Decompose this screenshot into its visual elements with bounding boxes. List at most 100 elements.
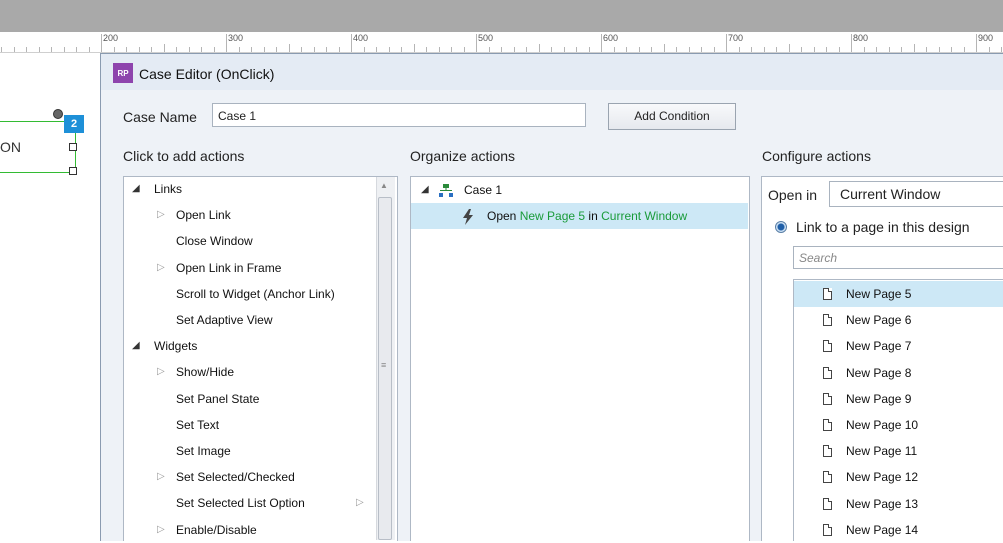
ruler-tick — [539, 44, 540, 52]
ruler-tick — [14, 47, 15, 52]
ruler-tick — [264, 47, 265, 52]
action-label: Close Window — [176, 234, 253, 249]
scroll-up-arrow-icon[interactable]: ▲ — [380, 181, 388, 190]
ruler-tick — [39, 47, 40, 52]
open-in-select[interactable]: Current Window — [829, 181, 1003, 207]
ruler-tick — [714, 47, 715, 52]
action-list-item[interactable]: Set Image — [124, 438, 376, 464]
ruler-tick — [451, 47, 452, 52]
page-icon — [823, 340, 832, 353]
ruler-tick — [876, 47, 877, 52]
action-list-item[interactable]: ◢ Links — [124, 176, 376, 202]
collapse-arrow-icon[interactable]: ◢ — [132, 333, 140, 359]
page-list-item[interactable]: New Page 13 — [794, 491, 1003, 517]
action-label: Links — [154, 182, 183, 196]
page-list-item[interactable]: New Page 6 — [794, 307, 1003, 333]
ruler-tick — [51, 47, 52, 52]
interaction-badge: 2 — [64, 115, 84, 133]
action-label: Open Link — [176, 208, 231, 223]
page-label: New Page 11 — [846, 444, 918, 459]
ruler-tick — [789, 44, 790, 52]
ruler-tick — [726, 34, 727, 52]
action-list-item[interactable]: ▷ Set Selected/Checked — [124, 464, 376, 490]
expand-arrow-icon[interactable]: ▷ — [157, 202, 165, 228]
dialog-title: Case Editor (OnClick) — [139, 66, 275, 82]
page-list-item[interactable]: New Page 7 — [794, 333, 1003, 359]
page-label: New Page 14 — [846, 522, 919, 537]
ruler-tick — [689, 47, 690, 52]
page-icon — [823, 523, 832, 536]
page-list-item[interactable]: New Page 12 — [794, 464, 1003, 490]
action-list-item[interactable]: Set Adaptive View — [124, 307, 376, 333]
ruler-tick — [89, 47, 90, 52]
page-label: New Page 8 — [846, 365, 912, 380]
expand-arrow-icon[interactable]: ▷ — [157, 517, 165, 543]
action-list-item[interactable]: Set Selected List Option ▷ — [124, 490, 376, 516]
rotate-handle[interactable] — [53, 109, 63, 119]
ruler-tick — [701, 47, 702, 52]
ruler-tick — [939, 47, 940, 52]
ruler-tick — [889, 47, 890, 52]
horizontal-ruler: 200 300 400 500 600 700 800 900 — [0, 32, 1003, 53]
action-list-item[interactable]: ▷ Open Link in Frame — [124, 255, 376, 281]
ruler-tick — [101, 34, 102, 52]
ruler-tick — [614, 47, 615, 52]
page-list-item[interactable]: New Page 8 — [794, 360, 1003, 386]
ruler-tick — [864, 47, 865, 52]
ruler-tick — [751, 47, 752, 52]
page-icon — [823, 445, 832, 458]
page-list-item[interactable]: New Page 11 — [794, 438, 1003, 464]
page-icon — [823, 288, 832, 300]
action-list-item[interactable]: ▷ Open Link — [124, 202, 376, 228]
expand-arrow-icon[interactable]: ▷ — [157, 359, 165, 385]
ruler-tick — [239, 47, 240, 52]
action-list-item[interactable]: ▷ Show/Hide — [124, 359, 376, 385]
action-label: Set Selected/Checked — [176, 470, 295, 485]
ruler-tick — [576, 47, 577, 52]
case-name-input[interactable]: Case 1 — [212, 103, 586, 127]
page-list-item[interactable]: New Page 5 — [794, 281, 1003, 307]
ruler-tick — [364, 47, 365, 52]
ruler-tick — [489, 47, 490, 52]
action-list-item[interactable]: Scroll to Widget (Anchor Link) — [124, 281, 376, 307]
page-icon — [823, 497, 832, 510]
ruler-tick — [826, 47, 827, 52]
page-icon — [823, 392, 832, 405]
ruler-tick — [226, 34, 227, 52]
ruler-tick — [839, 47, 840, 52]
collapse-arrow-icon[interactable]: ◢ — [421, 177, 429, 203]
ruler-tick — [676, 47, 677, 52]
action-list-item[interactable]: ◢ Widgets — [124, 333, 376, 359]
resize-handle[interactable] — [69, 143, 77, 151]
expand-arrow-icon[interactable]: ▷ — [157, 255, 165, 281]
action-list-item[interactable]: Set Panel State — [124, 386, 376, 412]
link-page-radio[interactable] — [775, 221, 787, 233]
page-search-input[interactable]: Search — [793, 246, 1003, 269]
action-tree-item[interactable]: Open New Page 5 in Current Window — [411, 203, 748, 229]
ruler-label: 500 — [478, 33, 494, 43]
ruler-tick — [814, 47, 815, 52]
page-list-item[interactable]: New Page 14 — [794, 517, 1003, 543]
action-label: Set Image — [176, 444, 231, 458]
action-list-item[interactable]: Close Window — [124, 228, 376, 254]
page-icon — [823, 419, 832, 431]
ruler-tick — [476, 34, 477, 52]
page-list-item[interactable]: New Page 10 — [794, 412, 1003, 438]
action-list-item[interactable]: Set Text — [124, 412, 376, 438]
ruler-tick — [276, 47, 277, 52]
action-verb: Open — [487, 209, 517, 223]
page-list-item[interactable]: New Page 9 — [794, 386, 1003, 412]
ruler-tick — [964, 47, 965, 52]
ruler-tick — [551, 47, 552, 52]
ruler-tick — [376, 47, 377, 52]
collapse-arrow-icon[interactable]: ◢ — [132, 176, 140, 202]
case-tree-item[interactable]: ◢ Case 1 — [411, 177, 748, 203]
ruler-tick — [801, 47, 802, 52]
add-condition-button[interactable]: Add Condition — [608, 103, 736, 130]
ruler-tick — [326, 47, 327, 52]
action-list-item[interactable]: ▷ Enable/Disable — [124, 517, 376, 543]
submenu-arrow-icon[interactable]: ▷ — [356, 490, 364, 516]
resize-handle[interactable] — [69, 167, 77, 175]
expand-arrow-icon[interactable]: ▷ — [157, 464, 165, 490]
page-icon — [823, 471, 832, 484]
